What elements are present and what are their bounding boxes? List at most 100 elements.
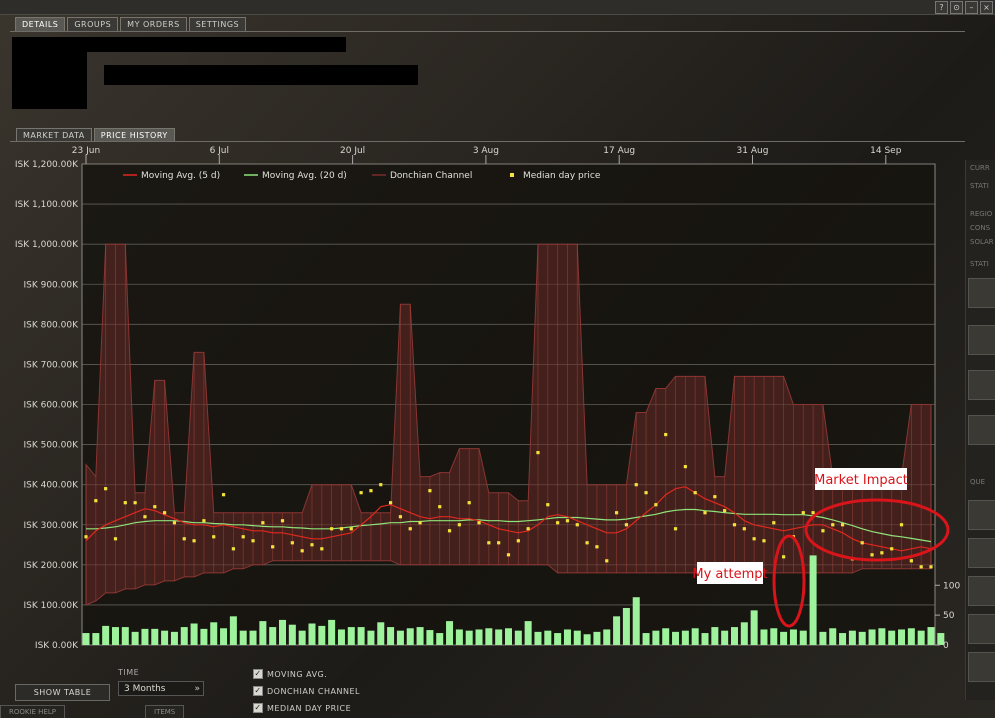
median-price-point — [212, 535, 216, 539]
redacted-icon — [12, 37, 87, 109]
volume-bar — [848, 630, 856, 645]
time-select[interactable]: 3 Months » — [118, 681, 204, 696]
close-icon[interactable]: × — [980, 1, 993, 14]
right-panel-label: REGIO — [970, 210, 993, 218]
tab-settings[interactable]: SETTINGS — [188, 17, 247, 31]
median-price-point — [123, 501, 127, 505]
median-price-point — [241, 535, 245, 539]
median-price-point — [575, 523, 579, 527]
redacted-name — [87, 37, 346, 52]
volume-bar — [858, 631, 866, 645]
median-price-point — [595, 545, 599, 549]
y-tick-label: ISK 500.00K — [23, 441, 79, 451]
volume-bar — [819, 631, 827, 645]
legend-label: Median day price — [523, 171, 601, 181]
station-icon[interactable] — [968, 370, 995, 400]
pin-icon[interactable]: ⊙ — [950, 1, 963, 14]
redacted-info — [104, 65, 418, 85]
right-panel-label: CONS — [970, 224, 991, 232]
volume-bar — [613, 616, 621, 645]
median-price-point — [153, 505, 157, 509]
volume-bar — [642, 633, 650, 645]
footer-tab-rookie-help[interactable]: ROOKIE HELP — [0, 705, 65, 718]
y-tick-label: ISK 0.00K — [35, 641, 79, 651]
tab-market-data[interactable]: MARKET DATA — [16, 128, 92, 142]
volume-tick-label: 0 — [943, 641, 949, 651]
median-price-point — [94, 499, 98, 503]
tab-details[interactable]: DETAILS — [15, 17, 66, 31]
volume-bar — [180, 627, 188, 645]
median-price-point — [163, 511, 167, 515]
checkbox-label: MEDIAN DAY PRICE — [267, 703, 352, 713]
station-icon[interactable] — [968, 278, 995, 308]
checkbox-moving-avg[interactable]: ✓ MOVING AVG. — [253, 669, 327, 679]
y-tick-label: ISK 1,000.00K — [15, 240, 79, 250]
sub-tabs: MARKET DATA PRICE HISTORY — [16, 128, 175, 142]
checkbox-icon[interactable]: ✓ — [253, 686, 263, 696]
volume-bar — [210, 622, 218, 645]
median-price-point — [320, 547, 324, 551]
median-price-point — [605, 559, 609, 563]
volume-bar — [82, 633, 90, 645]
station-icon[interactable] — [968, 415, 995, 445]
window-titlebar: ? ⊙ – × — [0, 0, 995, 15]
median-price-point — [349, 527, 353, 531]
volume-bar — [396, 630, 404, 645]
volume-bar — [131, 631, 139, 645]
volume-bar — [318, 625, 326, 645]
checkbox-median-day-price[interactable]: ✓ MEDIAN DAY PRICE — [253, 703, 351, 713]
median-price-point — [929, 565, 933, 569]
tab-price-history[interactable]: PRICE HISTORY — [93, 128, 175, 142]
tab-my-orders[interactable]: MY ORDERS — [120, 17, 187, 31]
person-icon[interactable] — [968, 576, 995, 606]
median-price-point — [713, 495, 717, 499]
x-tick-label: 17 Aug — [603, 146, 635, 156]
footer-tab-items[interactable]: ITEMS — [145, 705, 185, 718]
volume-bar — [92, 633, 100, 645]
median-price-point — [143, 515, 147, 519]
volume-bar — [907, 628, 915, 645]
y-tick-label: ISK 800.00K — [23, 320, 79, 330]
checkbox-icon[interactable]: ✓ — [253, 669, 263, 679]
station-icon[interactable] — [968, 325, 995, 355]
volume-bar — [279, 619, 287, 645]
median-price-point — [673, 527, 678, 531]
person-icon[interactable] — [968, 500, 995, 530]
checkbox-donchian-channel[interactable]: ✓ DONCHIAN CHANNEL — [253, 686, 360, 696]
median-price-point — [172, 521, 177, 525]
median-price-point — [899, 523, 904, 527]
median-price-point — [271, 545, 275, 549]
median-price-point — [506, 553, 511, 557]
volume-bar — [789, 629, 797, 645]
volume-bar — [465, 630, 473, 645]
median-price-point — [644, 491, 648, 495]
median-price-point — [536, 451, 540, 455]
minimize-icon[interactable]: – — [965, 1, 978, 14]
help-icon[interactable]: ? — [935, 1, 948, 14]
volume-bar — [514, 630, 522, 645]
volume-bar — [308, 623, 316, 645]
right-panel-label: STATI — [970, 260, 989, 268]
person-icon[interactable] — [968, 538, 995, 568]
volume-bar — [259, 621, 267, 645]
median-price-point — [624, 523, 629, 527]
y-tick-label: ISK 600.00K — [23, 401, 79, 411]
volume-bar — [161, 630, 169, 645]
x-tick-label: 3 Aug — [473, 146, 499, 156]
person-icon[interactable] — [968, 614, 995, 644]
right-panel-label: CURR — [970, 164, 990, 172]
volume-bar — [878, 628, 886, 645]
legend-label: Moving Avg. (20 d) — [262, 171, 347, 181]
main-tabs: DETAILS GROUPS MY ORDERS SETTINGS — [15, 17, 247, 31]
y-tick-label: ISK 100.00K — [23, 601, 79, 611]
chart-svg: ISK 1,200.00K ISK 1,100.00K ISK 1,000.00K I… — [15, 146, 961, 651]
median-price-point — [634, 483, 638, 487]
tab-groups[interactable]: GROUPS — [67, 17, 119, 31]
volume-bar — [730, 627, 738, 645]
volume-bar — [691, 628, 699, 645]
checkbox-icon[interactable]: ✓ — [253, 703, 263, 713]
show-table-button[interactable]: SHOW TABLE — [15, 684, 110, 701]
checkbox-label: MOVING AVG. — [267, 669, 328, 679]
volume-bar — [367, 630, 375, 645]
volume-bar — [544, 630, 552, 645]
